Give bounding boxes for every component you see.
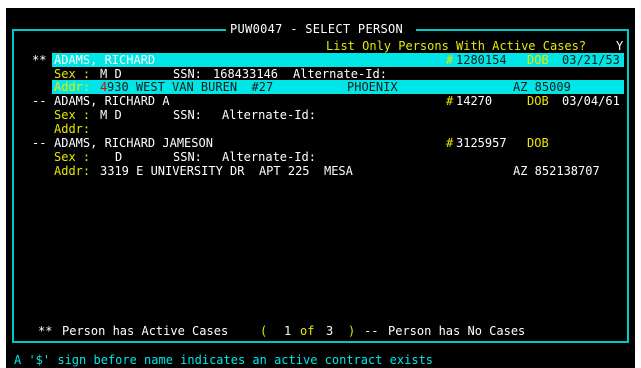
ssn-label: SSN: bbox=[173, 67, 202, 81]
legend-active-marker: ** bbox=[38, 324, 53, 338]
status-message: A '$' sign before name indicates an acti… bbox=[14, 353, 434, 367]
person-id: 3125957 bbox=[456, 136, 507, 150]
person-marker: -- bbox=[32, 94, 47, 108]
dob-value: 03/21/53 bbox=[562, 53, 620, 67]
legend-none-marker: -- bbox=[364, 324, 379, 338]
address-state-zip: AZ 85009 bbox=[513, 80, 571, 94]
person-id: 1280154 bbox=[456, 53, 507, 67]
address-city: PHOENIX bbox=[347, 80, 398, 94]
address-label: Addr: bbox=[54, 122, 91, 136]
frame-top-right bbox=[416, 29, 629, 31]
legend-active-text: Person has Active Cases bbox=[62, 324, 229, 338]
sex-label: Sex : bbox=[54, 67, 91, 81]
address-street: 930 WEST VAN BUREN #27 bbox=[107, 80, 274, 94]
person-marker: -- bbox=[32, 136, 47, 150]
sex-value: M D bbox=[100, 108, 122, 122]
person-id-prefix: # bbox=[446, 94, 454, 108]
pagination-total: 3 bbox=[326, 324, 334, 338]
address-street: 3319 E UNIVERSITY DR APT 225 MESA bbox=[100, 164, 353, 178]
ssn-label: SSN: bbox=[173, 108, 202, 122]
dob-label: DOB bbox=[527, 94, 549, 108]
person-marker: ** bbox=[32, 53, 47, 67]
address-label: Addr: bbox=[54, 80, 91, 94]
pagination-of: of bbox=[300, 324, 315, 338]
alternate-id-label: Alternate-Id: bbox=[222, 150, 316, 164]
person-name[interactable]: ADAMS, RICHARD JAMESON bbox=[54, 136, 213, 150]
pagination-open-paren: ( bbox=[260, 324, 268, 338]
address-state-zip: AZ 852138707 bbox=[513, 164, 600, 178]
legend-none-text: Person has No Cases bbox=[388, 324, 526, 338]
address-label: Addr: bbox=[54, 164, 91, 178]
frame-top-left bbox=[12, 29, 226, 31]
pagination-current: 1 bbox=[284, 324, 292, 338]
dob-label: DOB bbox=[527, 53, 549, 67]
pagination-close-paren: ) bbox=[348, 324, 356, 338]
alternate-id-label: Alternate-Id: bbox=[293, 67, 387, 81]
person-name[interactable]: ADAMS, RICHARD A bbox=[54, 94, 170, 108]
sex-label: Sex : bbox=[54, 108, 91, 122]
ssn-value: 168433146 bbox=[213, 67, 279, 81]
person-id-prefix: # bbox=[446, 53, 454, 67]
dob-label: DOB bbox=[527, 136, 549, 150]
sex-value: D bbox=[115, 150, 123, 164]
window-title: PUW0047 - SELECT PERSON bbox=[228, 20, 406, 38]
person-id-prefix: # bbox=[446, 136, 454, 150]
sex-value: M D bbox=[100, 67, 122, 81]
terminal-screen: PUW0047 - SELECT PERSON List Only Person… bbox=[0, 0, 641, 368]
filter-label: List Only Persons With Active Cases? bbox=[326, 39, 587, 53]
alternate-id-label: Alternate-Id: bbox=[222, 108, 316, 122]
filter-value-input[interactable]: Y bbox=[616, 39, 623, 53]
sex-label: Sex : bbox=[54, 150, 91, 164]
ssn-label: SSN: bbox=[173, 150, 202, 164]
person-name[interactable]: ADAMS, RICHARD bbox=[54, 53, 155, 67]
person-id: 14270 bbox=[456, 94, 493, 108]
dob-value: 03/04/61 bbox=[562, 94, 620, 108]
